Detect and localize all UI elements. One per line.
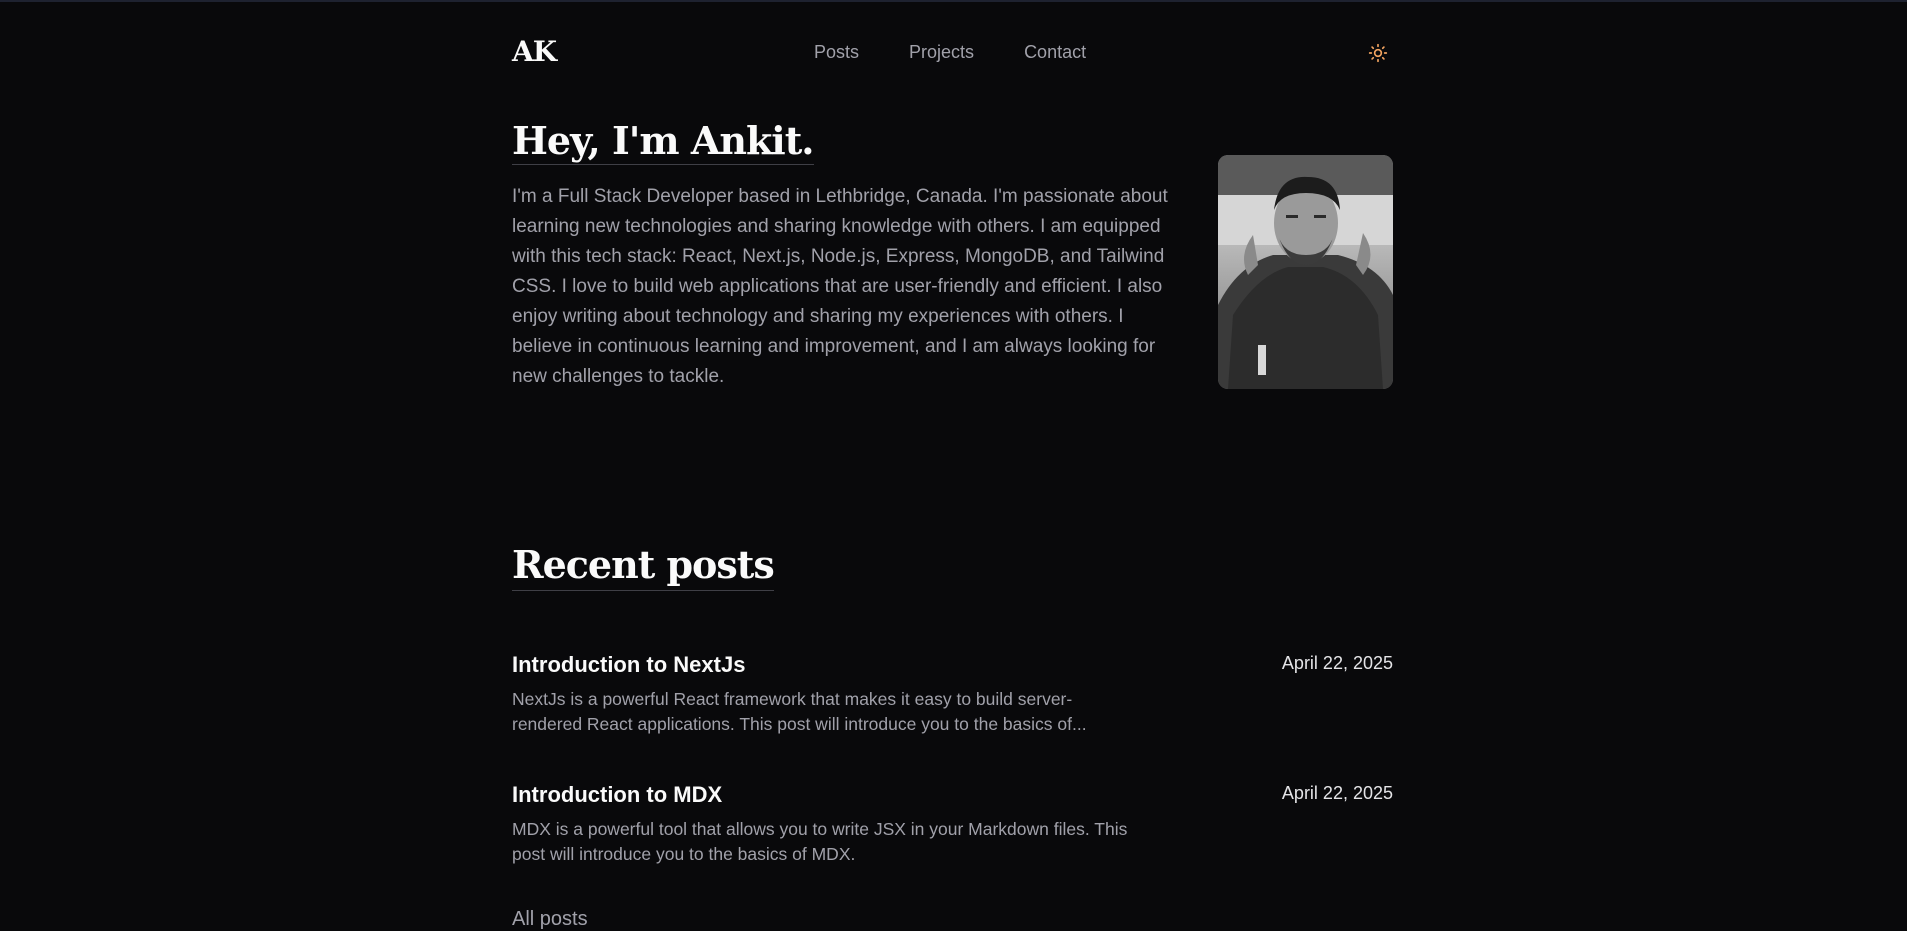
hero-bio: I'm a Full Stack Developer based in Leth… (512, 186, 1168, 387)
sun-icon (1368, 43, 1388, 63)
theme-toggle-button[interactable] (1363, 38, 1393, 68)
post-summary: NextJs is a powerful React framework tha… (512, 689, 1087, 734)
nav-projects[interactable]: Projects (909, 42, 974, 63)
nav-contact[interactable]: Contact (1024, 42, 1086, 63)
post-item[interactable]: Introduction to NextJs April 22, 2025 Ne… (512, 651, 1393, 737)
site-header: AK Posts Projects Contact (512, 28, 1393, 78)
page-container: AK Posts Projects Contact Hey, I'm Ankit… (512, 0, 1393, 931)
all-posts-link[interactable]: All posts (512, 908, 588, 931)
post-title[interactable]: Introduction to NextJs (512, 651, 1393, 679)
main-nav: Posts Projects Contact (814, 42, 1086, 63)
recent-posts-heading: Recent posts (512, 540, 775, 591)
post-title[interactable]: Introduction to MDX (512, 781, 1393, 809)
post-date: April 22, 2025 (1281, 783, 1393, 803)
hero-title: Hey, I'm Ankit. (512, 118, 814, 165)
nav-posts[interactable]: Posts (814, 42, 859, 63)
post-summary: MDX is a powerful tool that allows you t… (512, 819, 1128, 864)
avatar (1218, 155, 1393, 389)
site-logo[interactable]: AK (512, 35, 557, 68)
post-date: April 22, 2025 (1281, 653, 1393, 673)
post-item[interactable]: Introduction to MDX April 22, 2025 MDX i… (512, 781, 1393, 867)
